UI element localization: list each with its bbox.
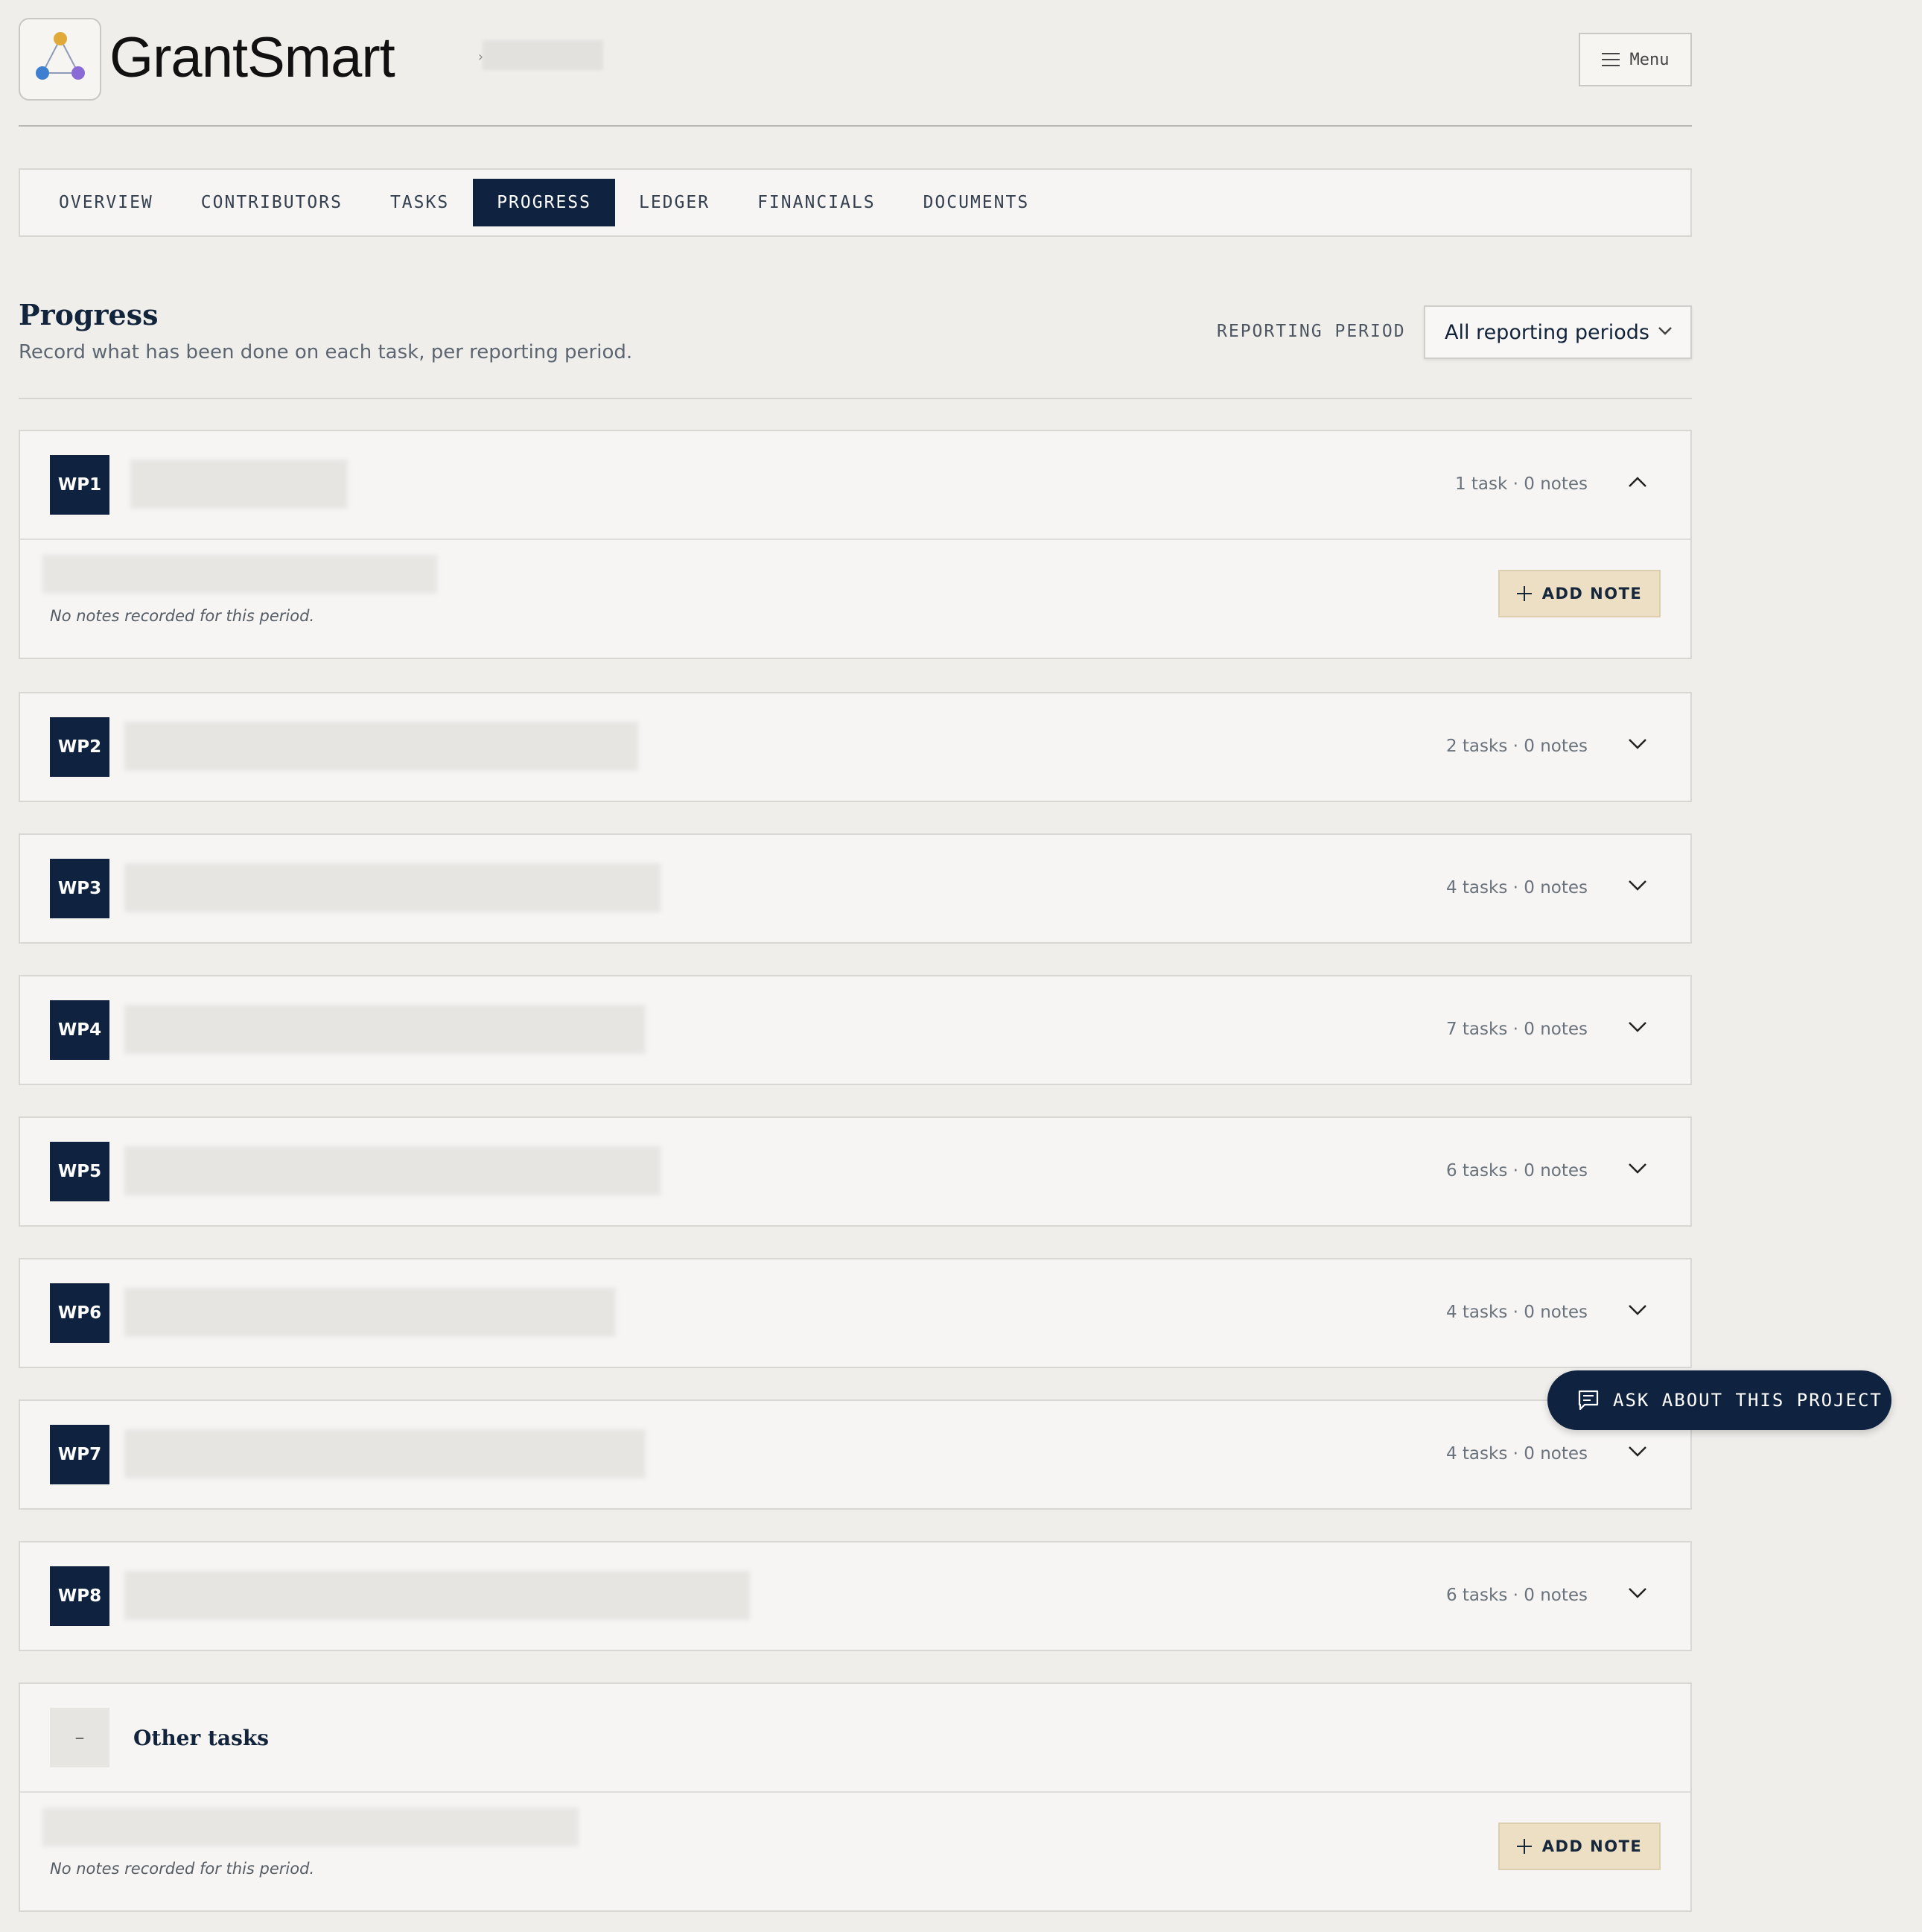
work-package-card: WP1 1 task · 0 notes No notes recorded f… xyxy=(19,430,1692,659)
wp-code-badge: WP8 xyxy=(50,1566,109,1626)
tab-contributors[interactable]: CONTRIBUTORS xyxy=(177,179,366,226)
other-tasks-badge: – xyxy=(50,1708,109,1767)
chevron-down-icon[interactable] xyxy=(1628,738,1647,750)
ask-button-label: ASK ABOUT THIS PROJECT xyxy=(1613,1390,1883,1411)
task-title-redacted xyxy=(42,1808,579,1846)
wp-code-badge: WP4 xyxy=(50,1000,109,1060)
chevron-down-icon[interactable] xyxy=(1628,1446,1647,1458)
plus-icon xyxy=(1516,1839,1532,1854)
empty-notes-text: No notes recorded for this period. xyxy=(50,1860,315,1878)
work-package-card: WP6 4 tasks · 0 notes xyxy=(19,1258,1692,1368)
tab-progress[interactable]: PROGRESS xyxy=(473,179,615,226)
chevron-up-icon[interactable] xyxy=(1628,476,1647,488)
work-package-header[interactable]: WP5 6 tasks · 0 notes xyxy=(20,1118,1690,1225)
work-package-body: No notes recorded for this period. ADD N… xyxy=(20,538,1690,658)
wp-code-badge: WP3 xyxy=(50,859,109,918)
work-package-card: WP2 2 tasks · 0 notes xyxy=(19,692,1692,802)
add-note-label: ADD NOTE xyxy=(1541,585,1643,603)
wp-code-badge: WP1 xyxy=(50,455,109,515)
menu-button[interactable]: Menu xyxy=(1579,33,1692,86)
hamburger-icon xyxy=(1601,53,1620,66)
work-package-card: WP3 4 tasks · 0 notes xyxy=(19,833,1692,944)
menu-label: Menu xyxy=(1629,50,1670,69)
add-note-button[interactable]: ADD NOTE xyxy=(1498,570,1661,617)
wp-title-redacted xyxy=(124,1005,646,1054)
logo-triangle-icon xyxy=(36,32,85,80)
app-name: GrantSmart xyxy=(109,26,395,89)
wp-task-count: 1 task · 0 notes xyxy=(1454,474,1588,494)
other-tasks-header: – Other tasks xyxy=(20,1684,1690,1791)
wp-code-badge: WP7 xyxy=(50,1425,109,1484)
work-package-card: WP8 6 tasks · 0 notes xyxy=(19,1541,1692,1651)
app-logo[interactable] xyxy=(19,18,101,101)
wp-task-count: 6 tasks · 0 notes xyxy=(1445,1161,1588,1181)
wp-task-count: 4 tasks · 0 notes xyxy=(1445,878,1588,897)
work-package-card: WP5 6 tasks · 0 notes xyxy=(19,1116,1692,1227)
work-package-card: WP4 7 tasks · 0 notes xyxy=(19,975,1692,1085)
tab-bar: OVERVIEW CONTRIBUTORS TASKS PROGRESS LED… xyxy=(19,168,1692,237)
wp-code-badge: WP2 xyxy=(50,717,109,777)
wp-title-redacted xyxy=(130,460,348,509)
wp-code-badge: WP6 xyxy=(50,1283,109,1343)
work-package-card: WP7 4 tasks · 0 notes xyxy=(19,1399,1692,1510)
other-tasks-card: – Other tasks No notes recorded for this… xyxy=(19,1682,1692,1912)
wp-title-redacted xyxy=(124,1429,646,1478)
section-divider xyxy=(19,398,1692,399)
chevron-down-icon[interactable] xyxy=(1628,1163,1647,1175)
empty-notes-text: No notes recorded for this period. xyxy=(50,607,315,625)
other-tasks-body: No notes recorded for this period. ADD N… xyxy=(20,1791,1690,1910)
tab-tasks[interactable]: TASKS xyxy=(366,179,473,226)
wp-task-count: 6 tasks · 0 notes xyxy=(1445,1586,1588,1605)
wp-title-redacted xyxy=(124,1146,661,1195)
wp-title-redacted xyxy=(124,1288,616,1337)
wp-task-count: 7 tasks · 0 notes xyxy=(1445,1020,1588,1039)
task-title-redacted xyxy=(42,555,437,594)
chevron-down-icon[interactable] xyxy=(1628,880,1647,892)
chevron-down-icon[interactable] xyxy=(1628,1304,1647,1316)
other-tasks-title: Other tasks xyxy=(133,1726,269,1750)
tab-financials[interactable]: FINANCIALS xyxy=(734,179,899,226)
tab-ledger[interactable]: LEDGER xyxy=(615,179,734,226)
page: GrantSmart › Menu OVERVIEW CONTRIBUTORS … xyxy=(0,0,1922,1932)
work-package-header[interactable]: WP6 4 tasks · 0 notes xyxy=(20,1259,1690,1367)
tab-overview[interactable]: OVERVIEW xyxy=(35,179,177,226)
ask-about-project-button[interactable]: ASK ABOUT THIS PROJECT xyxy=(1547,1370,1891,1430)
page-subtitle: Record what has been done on each task, … xyxy=(19,341,633,363)
chevron-down-icon xyxy=(1658,327,1672,335)
reporting-period-select[interactable]: All reporting periods xyxy=(1424,305,1692,359)
page-title: Progress xyxy=(19,298,159,331)
plus-icon xyxy=(1516,586,1532,601)
wp-task-count: 4 tasks · 0 notes xyxy=(1445,1444,1588,1464)
tab-documents[interactable]: DOCUMENTS xyxy=(900,179,1054,226)
reporting-period-label: REPORTING PERIOD xyxy=(1217,322,1406,341)
reporting-period-value: All reporting periods xyxy=(1445,320,1649,344)
work-package-header[interactable]: WP8 6 tasks · 0 notes xyxy=(20,1542,1690,1650)
wp-task-count: 4 tasks · 0 notes xyxy=(1445,1303,1588,1322)
work-package-header[interactable]: WP1 1 task · 0 notes xyxy=(20,431,1690,538)
wp-title-redacted xyxy=(124,722,638,771)
chevron-down-icon[interactable] xyxy=(1628,1587,1647,1599)
add-note-button[interactable]: ADD NOTE xyxy=(1498,1823,1661,1870)
wp-task-count: 2 tasks · 0 notes xyxy=(1445,737,1588,756)
chevron-down-icon[interactable] xyxy=(1628,1021,1647,1033)
breadcrumb-project-redacted[interactable] xyxy=(483,40,603,70)
work-package-header[interactable]: WP3 4 tasks · 0 notes xyxy=(20,835,1690,942)
wp-code-badge: WP5 xyxy=(50,1142,109,1201)
add-note-label: ADD NOTE xyxy=(1541,1837,1643,1855)
app-header: GrantSmart › Menu xyxy=(19,0,1692,127)
wp-title-redacted xyxy=(124,863,661,912)
wp-title-redacted xyxy=(124,1571,750,1620)
content: GrantSmart › Menu OVERVIEW CONTRIBUTORS … xyxy=(19,0,1692,1912)
chat-icon xyxy=(1578,1390,1599,1411)
work-package-header[interactable]: WP4 7 tasks · 0 notes xyxy=(20,976,1690,1084)
work-package-header[interactable]: WP7 4 tasks · 0 notes xyxy=(20,1401,1690,1508)
work-package-header[interactable]: WP2 2 tasks · 0 notes xyxy=(20,693,1690,801)
